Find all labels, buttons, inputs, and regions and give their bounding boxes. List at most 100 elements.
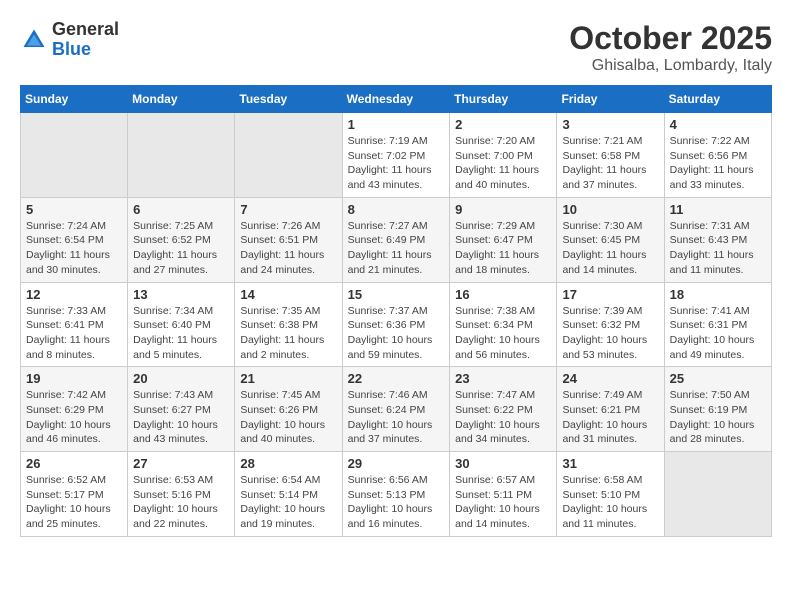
calendar-day-header: Monday [128, 86, 235, 113]
day-number: 3 [562, 117, 658, 132]
month-title: October 2025 [569, 20, 772, 57]
day-info: Sunrise: 7:38 AM Sunset: 6:34 PM Dayligh… [455, 304, 551, 363]
calendar-cell: 1Sunrise: 7:19 AM Sunset: 7:02 PM Daylig… [342, 113, 450, 198]
calendar-table: SundayMondayTuesdayWednesdayThursdayFrid… [20, 85, 772, 537]
day-info: Sunrise: 7:25 AM Sunset: 6:52 PM Dayligh… [133, 219, 229, 278]
calendar-week-row: 12Sunrise: 7:33 AM Sunset: 6:41 PM Dayli… [21, 282, 772, 367]
day-info: Sunrise: 7:42 AM Sunset: 6:29 PM Dayligh… [26, 388, 122, 447]
calendar-cell: 12Sunrise: 7:33 AM Sunset: 6:41 PM Dayli… [21, 282, 128, 367]
day-info: Sunrise: 7:33 AM Sunset: 6:41 PM Dayligh… [26, 304, 122, 363]
day-info: Sunrise: 7:49 AM Sunset: 6:21 PM Dayligh… [562, 388, 658, 447]
calendar-cell: 9 Sunrise: 7:29 AM Sunset: 6:47 PM Daylig… [450, 197, 557, 282]
page-header: General Blue October 2025 Ghisalba, Lomb… [20, 20, 772, 75]
day-number: 14 [240, 287, 336, 302]
day-number: 18 [670, 287, 766, 302]
calendar-cell: 5Sunrise: 7:24 AM Sunset: 6:54 PM Daylig… [21, 197, 128, 282]
calendar-cell: 21 Sunrise: 7:45 AM Sunset: 6:26 PM Dayli… [235, 367, 342, 452]
calendar-week-row: 5Sunrise: 7:24 AM Sunset: 6:54 PM Daylig… [21, 197, 772, 282]
calendar-week-row: 19 Sunrise: 7:42 AM Sunset: 6:29 PM Dayli… [21, 367, 772, 452]
calendar-cell: 23 Sunrise: 7:47 AM Sunset: 6:22 PM Dayli… [450, 367, 557, 452]
day-info: Sunrise: 7:37 AM Sunset: 6:36 PM Dayligh… [348, 304, 445, 363]
calendar-cell [664, 452, 771, 537]
calendar-cell: 26Sunrise: 6:52 AM Sunset: 5:17 PM Dayli… [21, 452, 128, 537]
day-info: Sunrise: 7:41 AM Sunset: 6:31 PM Dayligh… [670, 304, 766, 363]
calendar-cell: 10 Sunrise: 7:30 AM Sunset: 6:45 PM Dayli… [557, 197, 664, 282]
calendar-cell: 18 Sunrise: 7:41 AM Sunset: 6:31 PM Dayli… [664, 282, 771, 367]
calendar-cell: 25Sunrise: 7:50 AM Sunset: 6:19 PM Dayli… [664, 367, 771, 452]
day-info: Sunrise: 6:56 AM Sunset: 5:13 PM Dayligh… [348, 473, 445, 532]
day-number: 24 [562, 371, 658, 386]
calendar-cell: 28 Sunrise: 6:54 AM Sunset: 5:14 PM Dayli… [235, 452, 342, 537]
day-number: 28 [240, 456, 336, 471]
day-number: 19 [26, 371, 122, 386]
day-number: 2 [455, 117, 551, 132]
logo-text: General Blue [52, 20, 119, 60]
logo-icon [20, 26, 48, 54]
title-section: October 2025 Ghisalba, Lombardy, Italy [569, 20, 772, 75]
day-number: 27 [133, 456, 229, 471]
day-info: Sunrise: 7:26 AM Sunset: 6:51 PM Dayligh… [240, 219, 336, 278]
day-number: 1 [348, 117, 445, 132]
day-info: Sunrise: 7:20 AM Sunset: 7:00 PM Dayligh… [455, 134, 551, 193]
day-info: Sunrise: 7:24 AM Sunset: 6:54 PM Dayligh… [26, 219, 122, 278]
day-number: 17 [562, 287, 658, 302]
calendar-cell: 15 Sunrise: 7:37 AM Sunset: 6:36 PM Dayli… [342, 282, 450, 367]
day-number: 4 [670, 117, 766, 132]
logo-general: General [52, 20, 119, 40]
calendar-cell: 3 Sunrise: 7:21 AM Sunset: 6:58 PM Daylig… [557, 113, 664, 198]
calendar-cell: 13Sunrise: 7:34 AM Sunset: 6:40 PM Dayli… [128, 282, 235, 367]
calendar-week-row: 26Sunrise: 6:52 AM Sunset: 5:17 PM Dayli… [21, 452, 772, 537]
day-info: Sunrise: 7:21 AM Sunset: 6:58 PM Dayligh… [562, 134, 658, 193]
day-info: Sunrise: 7:29 AM Sunset: 6:47 PM Dayligh… [455, 219, 551, 278]
calendar-day-header: Tuesday [235, 86, 342, 113]
day-info: Sunrise: 7:43 AM Sunset: 6:27 PM Dayligh… [133, 388, 229, 447]
calendar-cell: 4Sunrise: 7:22 AM Sunset: 6:56 PM Daylig… [664, 113, 771, 198]
day-info: Sunrise: 7:27 AM Sunset: 6:49 PM Dayligh… [348, 219, 445, 278]
day-info: Sunrise: 7:50 AM Sunset: 6:19 PM Dayligh… [670, 388, 766, 447]
calendar-cell: 2 Sunrise: 7:20 AM Sunset: 7:00 PM Daylig… [450, 113, 557, 198]
location: Ghisalba, Lombardy, Italy [569, 57, 772, 75]
calendar-cell [128, 113, 235, 198]
day-info: Sunrise: 6:57 AM Sunset: 5:11 PM Dayligh… [455, 473, 551, 532]
calendar-day-header: Thursday [450, 86, 557, 113]
calendar-cell: 29Sunrise: 6:56 AM Sunset: 5:13 PM Dayli… [342, 452, 450, 537]
calendar-cell: 8 Sunrise: 7:27 AM Sunset: 6:49 PM Daylig… [342, 197, 450, 282]
day-number: 6 [133, 202, 229, 217]
calendar-day-header: Saturday [664, 86, 771, 113]
logo: General Blue [20, 20, 119, 60]
day-info: Sunrise: 6:53 AM Sunset: 5:16 PM Dayligh… [133, 473, 229, 532]
day-number: 8 [348, 202, 445, 217]
day-number: 13 [133, 287, 229, 302]
calendar-week-row: 1Sunrise: 7:19 AM Sunset: 7:02 PM Daylig… [21, 113, 772, 198]
day-number: 21 [240, 371, 336, 386]
calendar-cell: 17 Sunrise: 7:39 AM Sunset: 6:32 PM Dayli… [557, 282, 664, 367]
calendar-day-header: Wednesday [342, 86, 450, 113]
day-number: 16 [455, 287, 551, 302]
day-info: Sunrise: 7:31 AM Sunset: 6:43 PM Dayligh… [670, 219, 766, 278]
day-number: 20 [133, 371, 229, 386]
calendar-cell: 6 Sunrise: 7:25 AM Sunset: 6:52 PM Daylig… [128, 197, 235, 282]
day-info: Sunrise: 7:30 AM Sunset: 6:45 PM Dayligh… [562, 219, 658, 278]
calendar-cell: 11 Sunrise: 7:31 AM Sunset: 6:43 PM Dayli… [664, 197, 771, 282]
calendar-header-row: SundayMondayTuesdayWednesdayThursdayFrid… [21, 86, 772, 113]
day-number: 9 [455, 202, 551, 217]
day-info: Sunrise: 7:39 AM Sunset: 6:32 PM Dayligh… [562, 304, 658, 363]
day-number: 23 [455, 371, 551, 386]
calendar-cell: 19 Sunrise: 7:42 AM Sunset: 6:29 PM Dayli… [21, 367, 128, 452]
day-number: 22 [348, 371, 445, 386]
day-number: 11 [670, 202, 766, 217]
calendar-cell: 31Sunrise: 6:58 AM Sunset: 5:10 PM Dayli… [557, 452, 664, 537]
day-info: Sunrise: 7:45 AM Sunset: 6:26 PM Dayligh… [240, 388, 336, 447]
day-info: Sunrise: 7:47 AM Sunset: 6:22 PM Dayligh… [455, 388, 551, 447]
day-number: 30 [455, 456, 551, 471]
day-number: 10 [562, 202, 658, 217]
day-number: 15 [348, 287, 445, 302]
calendar-cell: 16 Sunrise: 7:38 AM Sunset: 6:34 PM Dayli… [450, 282, 557, 367]
logo-blue: Blue [52, 40, 119, 60]
calendar-cell [235, 113, 342, 198]
calendar-cell: 24 Sunrise: 7:49 AM Sunset: 6:21 PM Dayli… [557, 367, 664, 452]
day-info: Sunrise: 6:54 AM Sunset: 5:14 PM Dayligh… [240, 473, 336, 532]
calendar-cell: 14Sunrise: 7:35 AM Sunset: 6:38 PM Dayli… [235, 282, 342, 367]
calendar-cell: 27 Sunrise: 6:53 AM Sunset: 5:16 PM Dayli… [128, 452, 235, 537]
calendar-cell: 20 Sunrise: 7:43 AM Sunset: 6:27 PM Dayli… [128, 367, 235, 452]
